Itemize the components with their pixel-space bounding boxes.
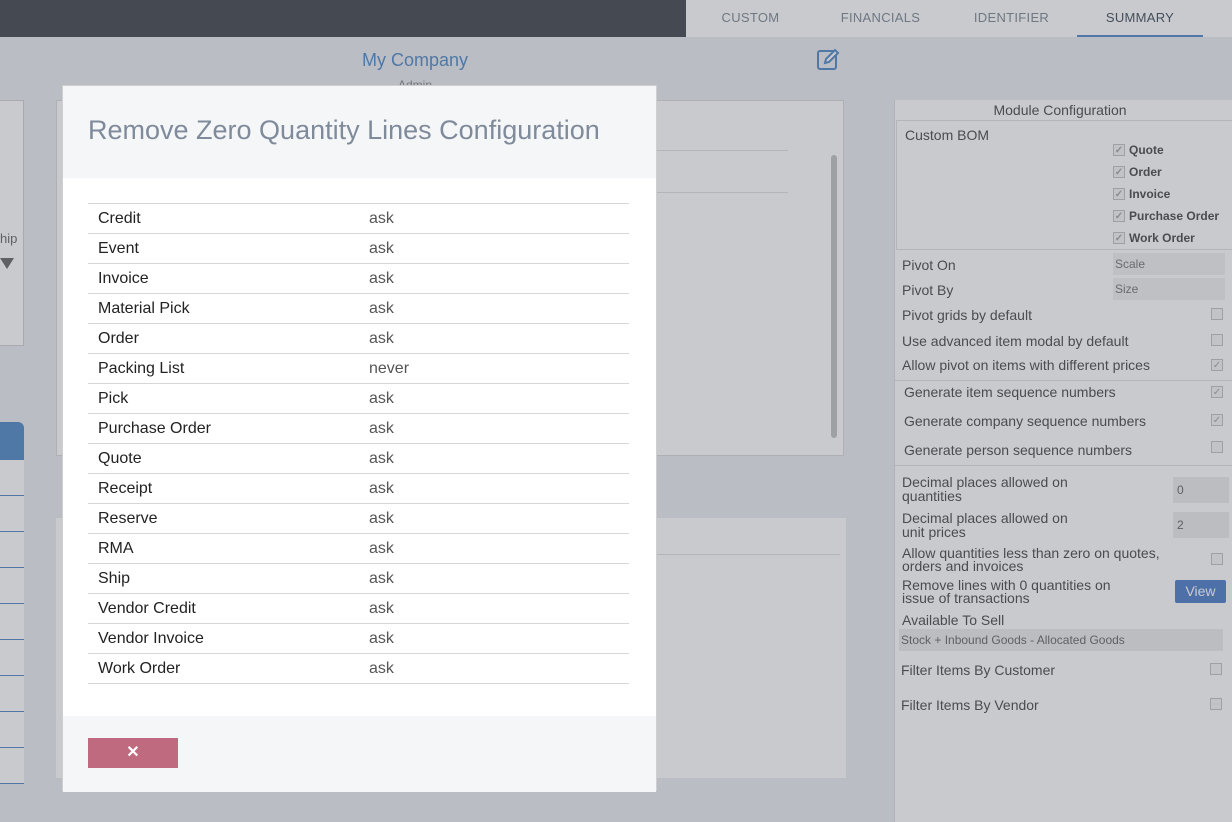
transaction-type: RMA xyxy=(88,533,361,564)
setting-value[interactable]: ask xyxy=(361,473,629,504)
remove-zero-quantity-modal: Remove Zero Quantity Lines Configuration… xyxy=(62,85,657,792)
transaction-type: Purchase Order xyxy=(88,413,361,444)
table-row[interactable]: Reserve ask xyxy=(88,503,629,534)
table-row[interactable]: Vendor Invoice ask xyxy=(88,623,629,654)
setting-value[interactable]: ask xyxy=(361,203,629,234)
transaction-type: Reserve xyxy=(88,503,361,534)
table-row[interactable]: Credit ask xyxy=(88,203,629,234)
transaction-type: Receipt xyxy=(88,473,361,504)
transaction-type: Order xyxy=(88,323,361,354)
table-row[interactable]: Material Pick ask xyxy=(88,293,629,324)
setting-value[interactable]: ask xyxy=(361,503,629,534)
modal-header: Remove Zero Quantity Lines Configuration xyxy=(63,86,656,178)
transaction-type: Material Pick xyxy=(88,293,361,324)
transaction-type: Invoice xyxy=(88,263,361,294)
table-row[interactable]: Packing List never xyxy=(88,353,629,384)
transaction-type: Event xyxy=(88,233,361,264)
transaction-type: Work Order xyxy=(88,653,361,684)
setting-value[interactable]: ask xyxy=(361,593,629,624)
table-row[interactable]: Invoice ask xyxy=(88,263,629,294)
table-row[interactable]: Purchase Order ask xyxy=(88,413,629,444)
transaction-type: Quote xyxy=(88,443,361,474)
setting-value[interactable]: ask xyxy=(361,443,629,474)
setting-value[interactable]: ask xyxy=(361,653,629,684)
table-row[interactable]: Vendor Credit ask xyxy=(88,593,629,624)
table-row[interactable]: Pick ask xyxy=(88,383,629,414)
table-row[interactable]: RMA ask xyxy=(88,533,629,564)
setting-value[interactable]: ask xyxy=(361,383,629,414)
transaction-type: Ship xyxy=(88,563,361,594)
setting-value[interactable]: ask xyxy=(361,563,629,594)
transaction-type: Vendor Invoice xyxy=(88,623,361,654)
table-row[interactable]: Receipt ask xyxy=(88,473,629,504)
table-row[interactable]: Ship ask xyxy=(88,563,629,594)
table-row[interactable]: Work Order ask xyxy=(88,653,629,684)
modal-footer: ✕ xyxy=(63,716,656,792)
transaction-type: Packing List xyxy=(88,353,361,384)
configuration-table: Credit ask Event ask Invoice ask Material Pick… xyxy=(88,203,629,684)
close-button[interactable]: ✕ xyxy=(88,738,178,768)
table-row[interactable]: Quote ask xyxy=(88,443,629,474)
table-row[interactable]: Order ask xyxy=(88,323,629,354)
setting-value[interactable]: ask xyxy=(361,233,629,264)
transaction-type: Vendor Credit xyxy=(88,593,361,624)
setting-value[interactable]: ask xyxy=(361,413,629,444)
setting-value[interactable]: ask xyxy=(361,293,629,324)
setting-value[interactable]: ask xyxy=(361,533,629,564)
setting-value[interactable]: never xyxy=(361,353,629,384)
modal-title: Remove Zero Quantity Lines Configuration xyxy=(88,115,600,145)
setting-value[interactable]: ask xyxy=(361,263,629,294)
table-row[interactable]: Event ask xyxy=(88,233,629,264)
setting-value[interactable]: ask xyxy=(361,623,629,654)
transaction-type: Pick xyxy=(88,383,361,414)
transaction-type: Credit xyxy=(88,203,361,234)
setting-value[interactable]: ask xyxy=(361,323,629,354)
